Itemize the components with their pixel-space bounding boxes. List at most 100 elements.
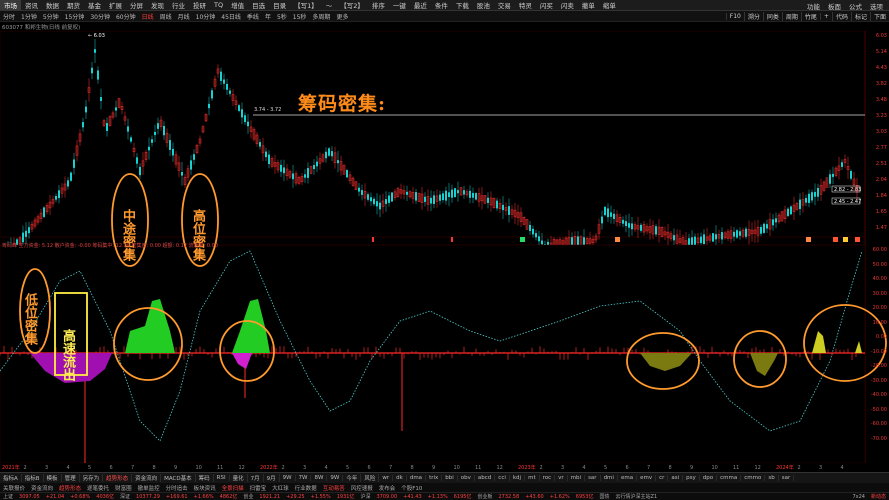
bottom-tab[interactable]: 发布会 [376,484,399,492]
period-right-item[interactable]: 标记 [850,12,870,21]
indicator-tab[interactable]: cci [495,475,510,481]
bottom-tab[interactable]: 风控速报 [348,484,376,492]
menu-item[interactable]: 增值 [227,0,248,10]
bottom-tab[interactable]: 全景扫描 [219,484,247,492]
bottom-tab[interactable]: 撤单监控 [135,484,163,492]
menu-item[interactable]: 分屏 [126,0,147,10]
menu-item[interactable]: 扩展 [105,0,126,10]
period-tab[interactable]: 15分钟 [62,12,88,21]
menu-item[interactable]: 数据 [42,0,63,10]
bottom-tab[interactable]: 资金流向 [28,484,56,492]
indicator-tab[interactable]: asi [668,475,684,481]
menu-item[interactable]: 条件 [431,0,452,10]
menu-item[interactable]: 下载 [452,0,473,10]
indicator-tab[interactable]: 9W [280,475,296,481]
chart-area[interactable]: ← 6.031.393.74 - 3.722.82 - 2.832.45 - 2… [0,30,889,464]
menu-item[interactable]: 撤单 [578,0,599,10]
indicator-tab[interactable]: RSI [214,475,230,481]
indicator-tab[interactable]: 9月 [264,474,280,482]
period-tab[interactable]: 年 [262,12,274,21]
indicator-tab[interactable]: obv [458,475,475,481]
indicator-tab[interactable]: kdj [510,475,526,481]
period-right-item[interactable]: + [819,13,832,20]
indicator-tab[interactable]: 模板 [44,474,62,482]
indicator-tab[interactable]: vr [555,475,568,481]
indicator-tab[interactable]: 9W [327,475,344,481]
menu-item[interactable]: 市场 [0,0,21,10]
period-tab[interactable]: 15秒 [290,12,310,21]
period-tab[interactable]: 分时 [0,12,18,21]
bottom-tab[interactable]: 财富圈 [112,484,135,492]
menu-item[interactable]: 排序 [368,0,389,10]
menu-item[interactable]: 目录 [269,0,290,10]
indicator-tab[interactable]: sb [765,475,779,481]
indicator-tab[interactable]: 7W [296,475,312,481]
indicator-tab[interactable]: 指标A [0,474,22,482]
indicator-tab[interactable]: 另存为 [80,474,104,482]
indicator-tab[interactable]: dma [407,475,427,481]
indicator-tab[interactable]: sar [585,475,601,481]
period-right-item[interactable]: 下面 [869,12,889,21]
indicator-tab[interactable]: 趋势形态 [103,474,133,482]
period-right-item[interactable]: 代码 [831,12,851,21]
period-tab[interactable]: 5分钟 [40,12,62,21]
menu-item[interactable]: 目选 [248,0,269,10]
period-tab[interactable]: 季线 [244,12,262,21]
menu-item[interactable]: 缩单 [599,0,620,10]
bottom-tab[interactable]: 关联报价 [0,484,28,492]
bottom-tab[interactable]: 大红球 [269,484,292,492]
menu-item[interactable]: 投研 [189,0,210,10]
period-tab[interactable]: 日线 [139,12,157,21]
bottom-tab[interactable]: 趋势形态 [56,484,84,492]
menu-item[interactable]: 特灵 [515,0,536,10]
menu-right-item[interactable]: 功能 [803,1,824,11]
menu-item[interactable]: 资讯 [21,0,42,10]
menu-item[interactable]: 闪卖 [557,0,578,10]
indicator-tab[interactable]: trix [426,475,443,481]
menu-item[interactable]: 〜 [322,0,337,10]
menu-item[interactable]: TQ [210,1,227,9]
news-corner[interactable]: 新动态 [868,493,889,500]
menu-item[interactable]: 发现 [147,0,168,10]
period-tab[interactable]: 月线 [175,12,193,21]
period-tab[interactable]: 45日线 [218,12,244,21]
indicator-tab[interactable]: dmi [601,475,618,481]
indicator-tab[interactable]: abcd [475,475,496,481]
menu-item[interactable]: 股池 [473,0,494,10]
bottom-tab[interactable]: 互动易答 [320,484,348,492]
period-tab[interactable]: 多周期 [309,12,333,21]
indicator-tab[interactable]: cr [656,475,669,481]
menu-right-item[interactable]: 公式 [845,1,866,11]
period-tab[interactable]: 30分钟 [87,12,113,21]
indicator-tab[interactable]: mbi [568,475,586,481]
indicator-tab[interactable]: cmmo [741,475,766,481]
menu-item[interactable]: 【写2】 [336,0,368,10]
indicator-tab[interactable]: roc [540,475,556,481]
period-tab[interactable]: 1分钟 [18,12,40,21]
indicator-tab[interactable]: 管理 [62,474,80,482]
indicator-tab[interactable]: dk [393,475,407,481]
indicator-tab[interactable]: 指标B [22,474,44,482]
period-right-item[interactable]: 竹尾 [800,12,820,21]
menu-item[interactable]: 期货 [63,0,84,10]
indicator-tab[interactable]: 7月 [248,474,264,482]
period-right-item[interactable]: F10 [725,13,744,20]
menu-right-item[interactable]: 选项 [866,1,887,11]
indicator-tab[interactable]: 今年 [343,474,362,482]
menu-item[interactable]: 交易 [494,0,515,10]
indicator-tab[interactable]: mt [525,475,540,481]
menu-item[interactable]: 最近 [410,0,431,10]
period-tab[interactable]: 10分钟 [193,12,219,21]
period-right-item[interactable]: 溯分 [743,12,763,21]
menu-item[interactable]: 基金 [84,0,105,10]
indicator-tab[interactable]: dpo [700,475,718,481]
period-tab[interactable]: 60分钟 [113,12,139,21]
indicator-tab[interactable]: 资金流向 [132,474,162,482]
bottom-tab[interactable]: 板块资讯 [191,484,219,492]
indicator-tab[interactable]: bbi [442,475,458,481]
indicator-tab[interactable]: sar [779,475,795,481]
bottom-tab[interactable]: 扫雷宝 [247,484,270,492]
period-tab[interactable]: 更多 [333,12,351,21]
indicator-tab[interactable]: 量化 [230,474,248,482]
menu-right-item[interactable]: 板面 [824,1,845,11]
